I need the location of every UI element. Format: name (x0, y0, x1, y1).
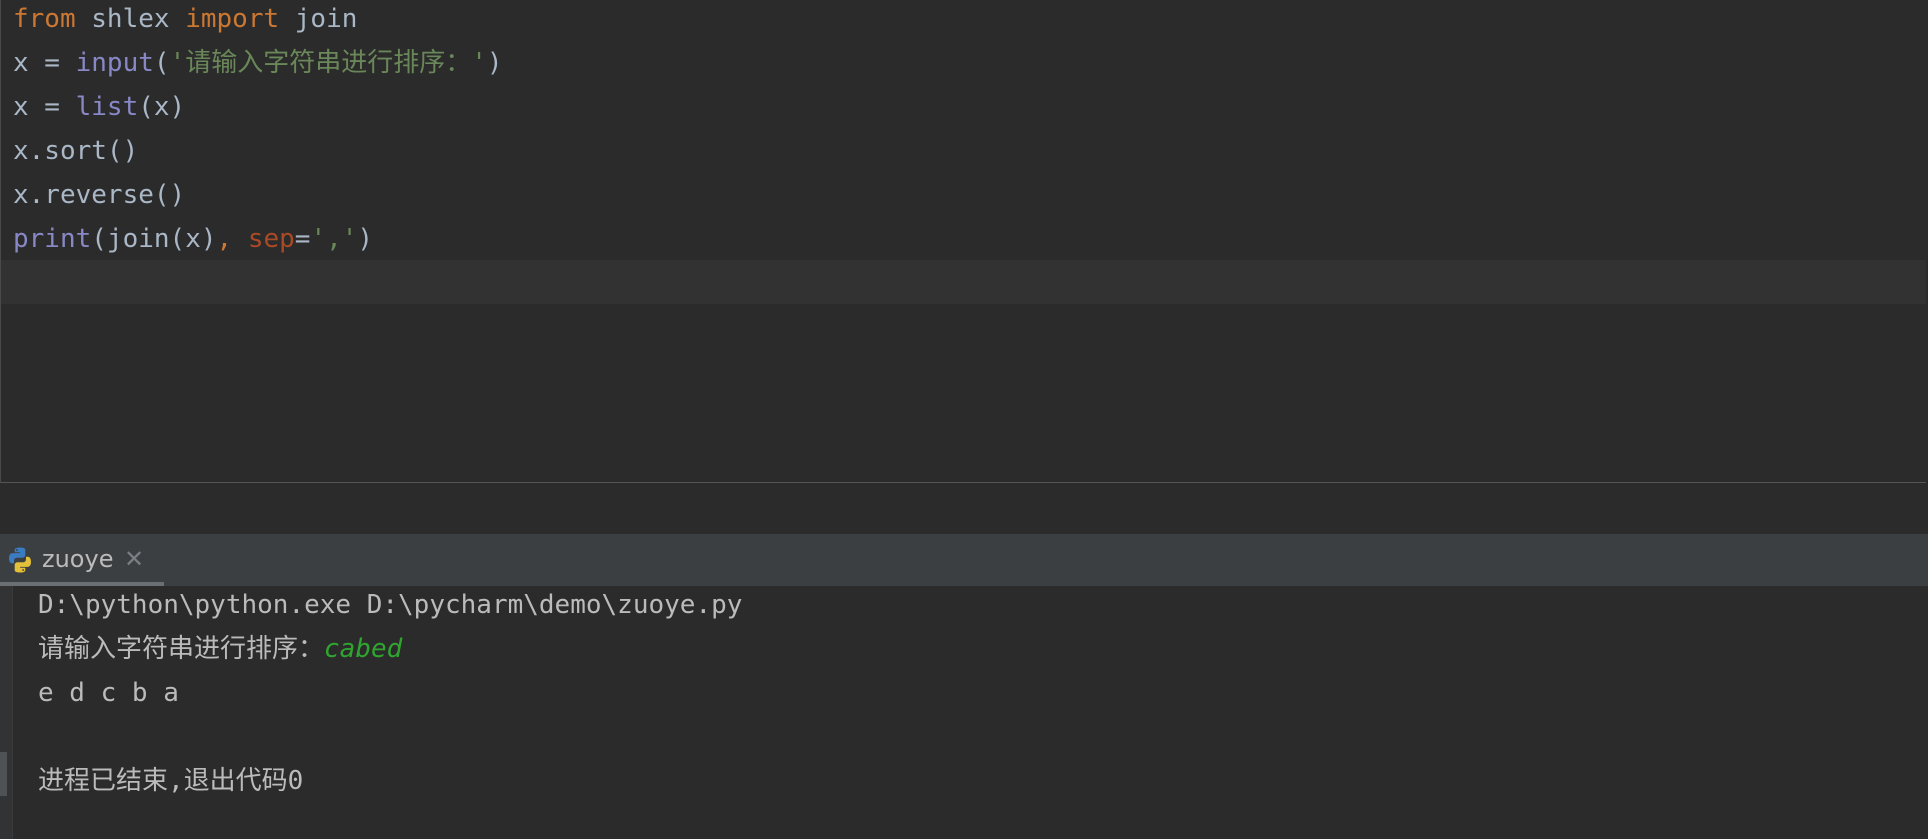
code-token: import (185, 4, 280, 34)
code-token: ',' (310, 224, 358, 254)
console-command-line: D:\python\python.exe D:\pycharm\demo\zuo… (38, 590, 743, 620)
code-token: , (216, 224, 248, 254)
run-console[interactable]: D:\python\python.exe D:\pycharm\demo\zuo… (0, 586, 1928, 839)
code-token: input (75, 48, 154, 78)
current-line-highlight (1, 260, 1926, 304)
code-token: x = (13, 48, 76, 78)
close-icon[interactable]: ✕ (124, 545, 144, 573)
console-scroll-thumb[interactable] (0, 752, 7, 796)
code-token: shlex (75, 4, 186, 34)
code-token: join (279, 4, 358, 34)
run-tab-zuoye[interactable]: zuoye ✕ (0, 534, 164, 586)
code-editor[interactable]: from shlex import join x = input('请输入字符串… (0, 0, 1926, 483)
console-output-line: e d c b a (38, 678, 179, 708)
console-gutter (0, 586, 13, 839)
code-token: list (75, 92, 139, 122)
code-line-1[interactable]: from shlex import join (13, 0, 357, 44)
code-line-3[interactable]: x = list(x) (13, 88, 185, 132)
python-icon (9, 547, 31, 573)
code-line-2[interactable]: x = input('请输入字符串进行排序：') (13, 44, 503, 88)
console-prompt-line: 请输入字符串进行排序：cabed (38, 630, 402, 674)
console-exit-message: 进程已结束,退出代码0 (38, 766, 304, 796)
code-token: ) (486, 48, 503, 78)
code-token: x.sort() (13, 136, 139, 166)
code-token: print (13, 224, 92, 254)
run-tool-window-header: zuoye ✕ (0, 534, 1928, 586)
code-token: '请输入字符串进行排序：' (169, 48, 487, 78)
console-user-input: cabed (324, 634, 403, 664)
console-prompt: 请输入字符串进行排序： (38, 634, 325, 664)
code-token: (join(x) (91, 224, 217, 254)
code-token: ) (357, 224, 374, 254)
code-line-6[interactable]: print(join(x), sep=',') (13, 220, 373, 264)
code-token: ( (153, 48, 170, 78)
code-token: (x) (138, 92, 186, 122)
code-line-4[interactable]: x.sort() (13, 132, 138, 176)
run-tab-label: zuoye (42, 545, 114, 573)
code-token: from (13, 4, 76, 34)
code-token: x = (13, 92, 76, 122)
code-token: = (294, 224, 311, 254)
code-token: x.reverse() (13, 180, 186, 210)
code-line-5[interactable]: x.reverse() (13, 176, 185, 220)
panel-splitter[interactable] (0, 484, 1928, 534)
code-token: sep (247, 224, 295, 254)
